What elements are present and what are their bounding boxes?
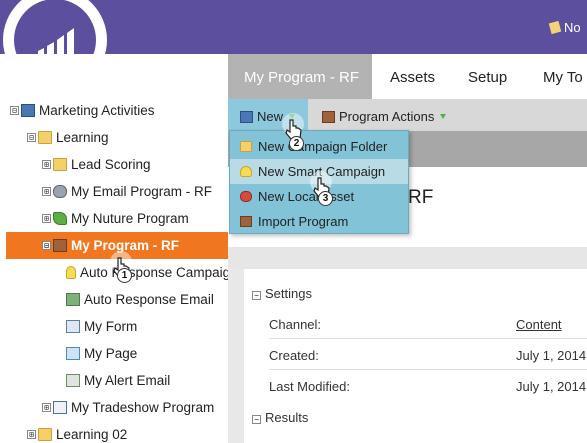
smart-campaign-icon — [240, 166, 252, 177]
landing-page-icon — [66, 347, 80, 360]
tab-assets[interactable]: Assets — [390, 54, 435, 99]
divider — [269, 338, 587, 339]
menu-item-label: Import Program — [258, 214, 349, 229]
program-icon — [53, 239, 67, 252]
results-label: Results — [265, 410, 309, 425]
expand-icon[interactable]: ⊞ — [42, 403, 51, 412]
folder-icon — [240, 141, 252, 152]
dropdown-arrow-icon — [440, 114, 447, 119]
tab-setup[interactable]: Setup — [468, 54, 507, 99]
email-icon — [66, 293, 80, 306]
tree-item-auto-response-email[interactable]: Auto Response Email — [66, 286, 214, 313]
step-badge-1: 1 — [117, 268, 132, 283]
tree-item-label: My Page — [84, 346, 138, 361]
tree-item-label: My Tradeshow Program — [71, 400, 215, 415]
nurture-program-icon — [53, 212, 67, 225]
tab-bar: My Program - RF Assets Setup My To — [228, 54, 587, 99]
last-modified-value: July 1, 2014 — [516, 379, 587, 394]
step-badge-2: 2 — [289, 136, 304, 151]
tree-item-my-form[interactable]: My Form — [66, 313, 137, 340]
program-actions-button[interactable]: Program Actions — [322, 109, 447, 124]
tree-item-label: My Email Program - RF — [71, 184, 213, 199]
settings-label: Settings — [265, 286, 312, 301]
step-badge-3: 3 — [318, 191, 333, 206]
settings-panel: − Settings Channel: Content Created: July… — [244, 269, 587, 443]
folder-icon — [38, 428, 52, 441]
collapse-icon[interactable]: ⊟ — [27, 133, 36, 142]
created-value: July 1, 2014 — [516, 348, 587, 363]
divider — [269, 369, 587, 370]
tree-item-my-tradeshow-program[interactable]: ⊞ My Tradeshow Program — [42, 394, 214, 421]
email-program-icon — [53, 185, 67, 198]
collapse-icon: − — [252, 291, 261, 300]
tab-my-program-rf[interactable]: My Program - RF — [228, 54, 372, 99]
collapse-icon[interactable]: ⊟ — [10, 106, 19, 115]
tree-item-label: Lead Scoring — [71, 157, 151, 172]
menu-item-new-campaign-folder[interactable]: New Campaign Folder — [230, 134, 408, 159]
tree-item-label: Auto Response Campaign — [80, 265, 228, 280]
tree-item-label: Learning 02 — [56, 427, 128, 442]
collapse-icon: − — [252, 415, 261, 424]
folder-icon — [38, 131, 52, 144]
page-title: RF — [408, 187, 434, 208]
created-label: Created: — [269, 348, 319, 363]
tree-item-my-page[interactable]: My Page — [66, 340, 137, 367]
channel-value-link[interactable]: Content — [516, 317, 562, 332]
tree-item-auto-response-campaign[interactable]: Auto Response Campaign — [66, 259, 228, 286]
top-right-text: No — [564, 20, 581, 35]
tree-item-label: My Form — [84, 319, 138, 334]
tree-item-my-alert-email[interactable]: My Alert Email — [66, 367, 170, 394]
results-section-header[interactable]: − Results — [252, 410, 308, 425]
tree-item-label: Auto Response Email — [84, 292, 214, 307]
expand-icon[interactable]: ⊞ — [27, 430, 36, 439]
tree-item-marketing-activities[interactable]: ⊟ Marketing Activities — [10, 97, 155, 124]
tree-item-label: Learning — [56, 130, 109, 145]
marketing-activities-icon — [21, 104, 35, 117]
tree-item-learning[interactable]: ⊟ Learning — [27, 124, 109, 151]
channel-label: Channel: — [269, 317, 322, 332]
tree-item-label: My Nuture Program — [71, 211, 189, 226]
import-program-icon — [240, 216, 252, 227]
expand-icon[interactable]: ⊞ — [42, 160, 51, 169]
menu-item-import-program[interactable]: Import Program — [230, 209, 408, 234]
local-asset-icon — [240, 191, 252, 202]
note-icon — [548, 20, 562, 35]
tree-item-label: Marketing Activities — [39, 103, 155, 118]
marketing-activities-tree: ⊟ Marketing Activities ⊟ Learning ⊞ Lead… — [0, 54, 228, 443]
tree-item-label: My Alert Email — [84, 373, 171, 388]
tree-item-my-nuture-program[interactable]: ⊞ My Nuture Program — [42, 205, 189, 232]
tab-my-tokens[interactable]: My To — [543, 54, 583, 99]
new-icon — [240, 110, 253, 123]
smart-campaign-icon — [66, 266, 76, 279]
collapse-icon[interactable]: ⊟ — [42, 241, 51, 250]
expand-icon[interactable]: ⊞ — [42, 214, 51, 223]
section-gap — [228, 247, 587, 269]
top-right-link[interactable]: No — [548, 20, 581, 35]
folder-icon — [53, 158, 67, 171]
tree-item-learning-02[interactable]: ⊞ Learning 02 — [27, 421, 127, 443]
tree-item-my-email-program[interactable]: ⊞ My Email Program - RF — [42, 178, 212, 205]
expand-icon[interactable]: ⊞ — [42, 187, 51, 196]
program-actions-icon — [322, 110, 335, 123]
tree-item-lead-scoring[interactable]: ⊞ Lead Scoring — [42, 151, 151, 178]
event-program-icon — [53, 401, 67, 414]
last-modified-label: Last Modified: — [269, 379, 350, 394]
alert-email-icon — [66, 374, 80, 387]
form-icon — [66, 320, 80, 333]
program-actions-label: Program Actions — [339, 109, 435, 124]
settings-section-header[interactable]: − Settings — [252, 286, 312, 301]
